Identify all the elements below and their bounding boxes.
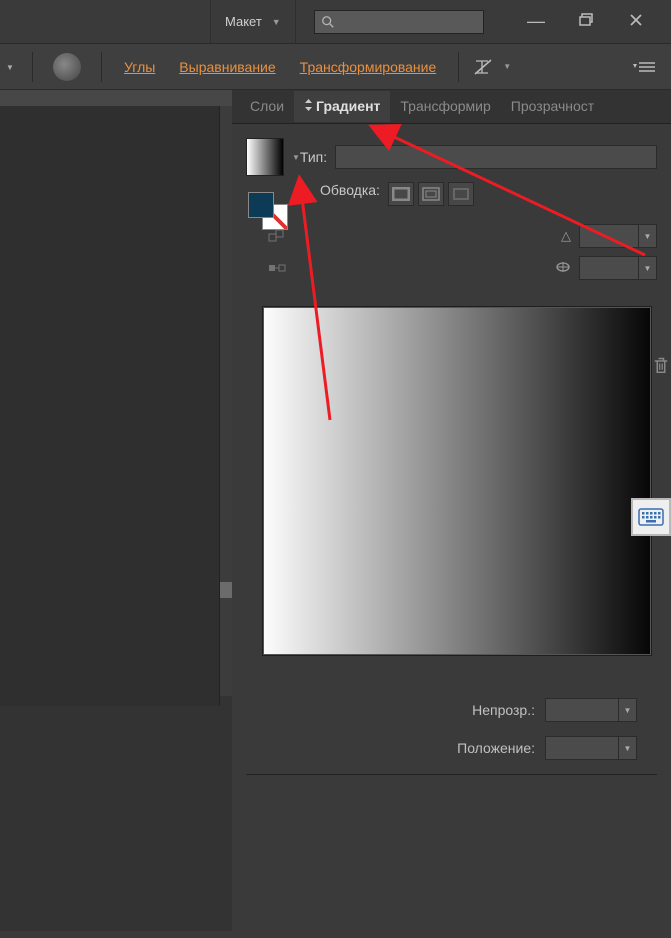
title-bar: Макет ▼ — bbox=[0, 0, 671, 44]
search-input[interactable] bbox=[314, 10, 484, 34]
stop-fields: Непрозр.: ▼ Положение: ▼ bbox=[246, 698, 657, 760]
tab-label: Трансформир bbox=[400, 98, 490, 114]
main-area: Слои Градиент Трансформир Прозрачност ▼ … bbox=[0, 90, 671, 931]
trash-icon[interactable] bbox=[651, 356, 671, 376]
chevron-down-icon[interactable]: ▼ bbox=[618, 699, 636, 721]
divider bbox=[101, 52, 102, 82]
tab-label: Градиент bbox=[316, 98, 380, 114]
panel-footer bbox=[246, 774, 657, 924]
document-canvas[interactable] bbox=[0, 106, 220, 706]
tab-gradient[interactable]: Градиент bbox=[294, 91, 390, 122]
snap-icon[interactable] bbox=[473, 58, 495, 76]
chevron-down-icon[interactable]: ▼ bbox=[638, 225, 656, 247]
restore-button[interactable] bbox=[575, 9, 599, 34]
type-combobox[interactable] bbox=[335, 145, 657, 169]
panel-header-bar[interactable] bbox=[0, 90, 232, 106]
corners-link[interactable]: Углы bbox=[122, 57, 157, 77]
gradient-ramp-preview[interactable] bbox=[262, 306, 652, 656]
fill-swatch[interactable] bbox=[248, 192, 274, 218]
reverse-gradient-icon[interactable] bbox=[266, 259, 288, 277]
document-panel bbox=[0, 90, 232, 931]
stop-position-value bbox=[546, 737, 618, 759]
on-screen-keyboard-button[interactable] bbox=[631, 498, 671, 536]
aspect-ratio-icon bbox=[555, 260, 571, 277]
angle-icon: △ bbox=[561, 228, 571, 244]
stroke-label: Обводка: bbox=[320, 182, 380, 198]
stop-position-label: Положение: bbox=[457, 740, 535, 756]
tool-dropdown[interactable]: ▼ bbox=[0, 63, 22, 71]
tab-transform[interactable]: Трансформир bbox=[390, 91, 500, 122]
gradient-thumbnail[interactable] bbox=[246, 138, 284, 176]
gradient-panel: ▼ Тип: Обводка: bbox=[232, 124, 671, 938]
chevron-down-icon[interactable]: ▼ bbox=[618, 737, 636, 759]
panel-menu-button[interactable] bbox=[631, 58, 659, 76]
scrollbar-track[interactable] bbox=[220, 106, 232, 696]
search-icon bbox=[321, 15, 335, 29]
scrollbar-thumb[interactable] bbox=[220, 582, 232, 598]
stop-opacity-value bbox=[546, 699, 618, 721]
divider bbox=[458, 52, 459, 82]
stroke-across-option[interactable] bbox=[448, 182, 474, 206]
chevron-down-icon[interactable]: ▼ bbox=[503, 62, 511, 71]
window-controls: — bbox=[523, 0, 671, 43]
options-toolbar: ▼ Углы Выравнивание Трансформирование ▼ bbox=[0, 44, 671, 90]
updown-icon bbox=[304, 98, 313, 114]
angle-combobox[interactable]: ▼ bbox=[579, 224, 657, 248]
stop-opacity-input[interactable]: ▼ bbox=[545, 698, 637, 722]
chevron-down-icon[interactable]: ▼ bbox=[638, 257, 656, 279]
stroke-along-option[interactable] bbox=[418, 182, 444, 206]
tab-label: Прозрачност bbox=[511, 98, 594, 114]
transform-link[interactable]: Трансформирование bbox=[298, 57, 439, 77]
stroke-gradient-options bbox=[388, 182, 474, 206]
workspace-switcher[interactable]: Макет ▼ bbox=[210, 0, 296, 43]
stop-opacity-label: Непрозр.: bbox=[472, 702, 535, 718]
stop-position-input[interactable]: ▼ bbox=[545, 736, 637, 760]
minimize-button[interactable]: — bbox=[523, 9, 549, 34]
tab-label: Слои bbox=[250, 98, 284, 114]
tab-layers[interactable]: Слои bbox=[240, 91, 294, 122]
divider bbox=[32, 52, 33, 82]
stroke-within-option[interactable] bbox=[388, 182, 414, 206]
close-button[interactable] bbox=[625, 9, 647, 34]
type-label: Тип: bbox=[300, 149, 327, 165]
chevron-down-icon[interactable]: ▼ bbox=[292, 153, 300, 162]
chevron-down-icon: ▼ bbox=[272, 17, 281, 27]
align-link[interactable]: Выравнивание bbox=[177, 57, 277, 77]
aspect-ratio-combobox[interactable]: ▼ bbox=[579, 256, 657, 280]
tab-opacity[interactable]: Прозрачност bbox=[501, 91, 604, 122]
disc-icon[interactable] bbox=[53, 53, 81, 81]
panel-tabs: Слои Градиент Трансформир Прозрачност bbox=[232, 90, 671, 124]
panels-column: Слои Градиент Трансформир Прозрачност ▼ … bbox=[232, 90, 671, 931]
workspace-label: Макет bbox=[225, 14, 262, 29]
